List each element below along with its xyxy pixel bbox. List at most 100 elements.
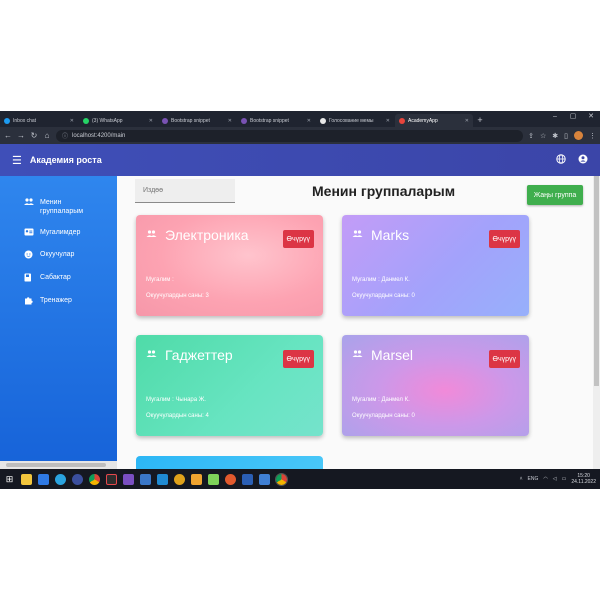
app-icon[interactable] — [242, 473, 253, 485]
language-icon[interactable]: ENG — [528, 476, 539, 482]
main-content: Менин группаларым Жаңы группа Электроник… — [117, 176, 593, 469]
group-student-count: Окуучулардын саны: 0 — [352, 293, 415, 299]
search-field[interactable] — [135, 179, 235, 203]
file-explorer-icon[interactable] — [21, 473, 32, 485]
telegram-icon[interactable] — [55, 473, 66, 485]
new-tab-button[interactable]: + — [474, 114, 486, 127]
vertical-scrollbar[interactable] — [593, 176, 600, 469]
group-card[interactable]: Гаджеттер Өчүрүү Мугалим : Чынара Ж. Оку… — [136, 335, 323, 436]
group-card[interactable]: Marsel Өчүрүү Мугалим : Данмел К. Окуучу… — [342, 335, 529, 436]
delete-group-button[interactable]: Өчүрүү — [488, 350, 520, 368]
more-menu-icon[interactable]: ⋮ — [589, 132, 596, 140]
contact-card-icon — [24, 228, 34, 238]
globe-icon[interactable] — [556, 153, 566, 167]
browser-tab[interactable]: (3) WhatsApp ✕ — [79, 114, 157, 127]
window-controls: – ▢ ✕ — [546, 111, 600, 123]
group-student-count: Окуучулардын саны: 0 — [352, 413, 415, 419]
side-panel-icon[interactable]: ▯ — [564, 132, 568, 140]
vscode-icon[interactable] — [157, 473, 168, 485]
group-teacher: Мугалим : — [146, 277, 174, 283]
menu-icon[interactable]: ☰ — [12, 154, 22, 167]
group-teacher: Мугалим : Данмел К. — [352, 397, 410, 403]
tab-favicon-icon — [320, 117, 326, 124]
app-icon[interactable] — [140, 473, 151, 485]
store-icon[interactable] — [38, 473, 49, 485]
tab-favicon-icon — [4, 117, 10, 124]
app-icon[interactable] — [225, 473, 236, 485]
browser-tab[interactable]: Bootstrap snippet ✕ — [237, 114, 315, 127]
address-bar[interactable]: ⓘ localhost:4200/main — [56, 129, 524, 142]
scrollbar-thumb[interactable] — [594, 176, 599, 386]
close-icon[interactable]: ✕ — [465, 118, 469, 124]
group-card[interactable]: Marks Өчүрүү Мугалим : Данмел К. Окуучул… — [342, 215, 529, 316]
forward-icon[interactable]: → — [17, 131, 25, 140]
close-icon[interactable]: ✕ — [386, 118, 390, 124]
close-window-icon[interactable]: ✕ — [582, 111, 600, 123]
close-icon[interactable]: ✕ — [228, 118, 232, 124]
delete-group-button[interactable]: Өчүрүү — [282, 350, 314, 368]
group-card-partial[interactable] — [136, 456, 323, 469]
sidebar-item-lessons[interactable]: Сабактар — [0, 273, 117, 284]
browser-tab[interactable]: Inbox chat ✕ — [0, 114, 78, 127]
tab-favicon-icon — [83, 117, 89, 124]
close-icon[interactable]: ✕ — [149, 118, 153, 124]
info-icon[interactable]: ⓘ — [62, 131, 68, 140]
sidebar-item-label: Мугалимдер — [40, 229, 81, 236]
tab-label: Inbox chat — [13, 117, 37, 124]
sidebar-item-students[interactable]: Окуучулар — [0, 250, 117, 261]
sidebar-item-trainer[interactable]: Тренажер — [0, 296, 117, 307]
app-icon[interactable] — [208, 473, 219, 485]
clock[interactable]: 15:20 24.11.2022 — [571, 473, 596, 485]
home-icon[interactable]: ⌂ — [43, 131, 51, 140]
tab-label: Голосование мемы — [329, 117, 374, 124]
chrome-icon[interactable] — [89, 473, 100, 485]
tab-label: (3) WhatsApp — [92, 117, 123, 124]
delete-group-button[interactable]: Өчүрүү — [282, 230, 314, 248]
clock-date: 24.11.2022 — [571, 479, 596, 485]
puzzle-icon — [24, 296, 34, 307]
sidebar: Менин группаларым Мугалимдер Окуучулар С… — [0, 176, 117, 472]
sidebar-item-teachers[interactable]: Мугалимдер — [0, 228, 117, 238]
scrollbar-thumb[interactable] — [6, 463, 106, 467]
tray-chevron-icon[interactable]: ˄ — [520, 476, 523, 482]
page-title: Менин группаларым — [312, 183, 456, 199]
horizontal-scrollbar[interactable] — [0, 461, 117, 469]
close-icon[interactable]: ✕ — [70, 118, 74, 124]
tab-label: Bootstrap snippet — [250, 117, 289, 124]
app-icon[interactable] — [174, 473, 185, 485]
battery-icon[interactable]: ▭ — [562, 476, 567, 482]
url-text: localhost:4200/main — [72, 132, 126, 139]
windows-start-icon[interactable]: ⊞ — [4, 474, 15, 485]
back-icon[interactable]: ← — [4, 131, 12, 140]
wifi-icon[interactable]: ◠ — [543, 476, 547, 482]
app-icon[interactable] — [72, 473, 83, 485]
system-tray: ˄ ENG ◠ ◁ ▭ 15:20 24.11.2022 — [520, 473, 596, 485]
add-group-button[interactable]: Жаңы группа — [527, 185, 583, 205]
chrome-active-icon[interactable] — [275, 472, 288, 486]
os-taskbar: ⊞ ˄ ENG ◠ ◁ ▭ 15:20 24.11.2022 — [0, 469, 600, 489]
volume-icon[interactable]: ◁ — [553, 476, 557, 482]
terminal-icon[interactable] — [106, 473, 117, 485]
photos-icon[interactable] — [259, 473, 270, 485]
close-icon[interactable]: ✕ — [307, 118, 311, 124]
profile-avatar[interactable] — [574, 131, 583, 140]
people-icon — [146, 350, 157, 360]
maximize-icon[interactable]: ▢ — [564, 111, 582, 123]
sidebar-item-my-groups[interactable]: Менин группаларым — [0, 198, 117, 216]
share-icon[interactable]: ⇪ — [528, 132, 534, 140]
group-student-count: Окуучулардын саны: 4 — [146, 413, 209, 419]
browser-tab[interactable]: Голосование мемы ✕ — [316, 114, 394, 127]
minimize-icon[interactable]: – — [546, 111, 564, 123]
tab-favicon-icon — [241, 117, 247, 124]
browser-tab[interactable]: Bootstrap snippet ✕ — [158, 114, 236, 127]
app-icon[interactable] — [191, 473, 202, 485]
browser-tab-active[interactable]: AcademyApp ✕ — [395, 114, 473, 127]
bookmark-star-icon[interactable]: ☆ — [540, 132, 546, 140]
visual-studio-icon[interactable] — [123, 473, 134, 485]
account-icon[interactable] — [578, 154, 588, 167]
extensions-icon[interactable]: ✱ — [552, 132, 558, 140]
reload-icon[interactable]: ↻ — [30, 131, 38, 140]
delete-group-button[interactable]: Өчүрүү — [488, 230, 520, 248]
group-card[interactable]: Электроника Өчүрүү Мугалим : Окуучуларды… — [136, 215, 323, 316]
search-input[interactable] — [135, 179, 235, 202]
